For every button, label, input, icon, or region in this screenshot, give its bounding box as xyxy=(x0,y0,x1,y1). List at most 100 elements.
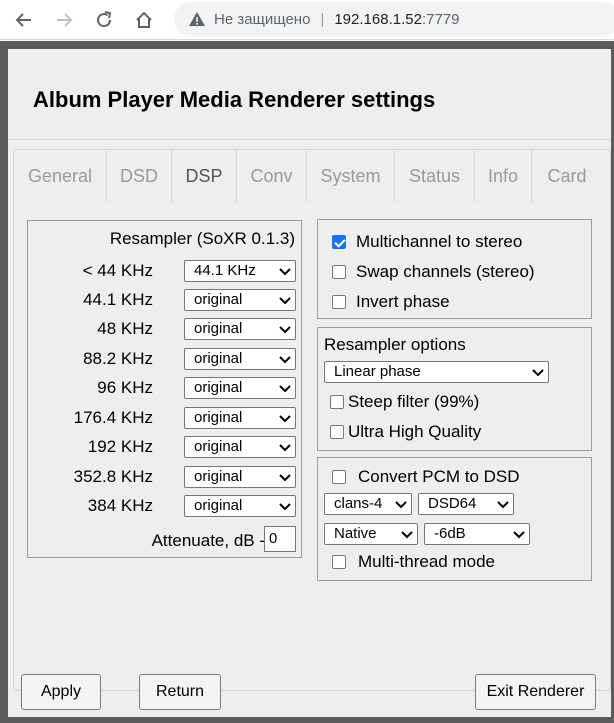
chevron-down-icon xyxy=(497,501,509,509)
warning-icon xyxy=(189,12,205,26)
ultra-high-quality-checkbox[interactable] xyxy=(330,425,344,439)
multichannel-to-stereo-checkbox[interactable] xyxy=(332,235,346,249)
rate-row: 384 KHz original xyxy=(28,494,301,518)
chevron-down-icon xyxy=(279,503,291,511)
resampler-title: Resampler (SoXR 0.1.3) xyxy=(109,229,295,248)
rate-select[interactable]: 44.1 KHz xyxy=(184,260,296,282)
rate-select-value: 44.1 KHz xyxy=(194,262,256,279)
rate-select[interactable]: original xyxy=(184,495,296,517)
tab-info[interactable]: Info xyxy=(475,150,532,202)
settings-panel: Album Player Media Renderer settings Gen… xyxy=(8,49,611,717)
address-bar[interactable]: Не защищено | 192.168.1.52:7779 xyxy=(174,2,614,36)
rate-row: 352.8 KHz original xyxy=(28,465,301,489)
tab-dsp[interactable]: DSP xyxy=(172,150,237,202)
rate-row: 48 KHz original xyxy=(28,317,301,341)
rate-select[interactable]: original xyxy=(184,318,296,340)
rate-select-value: original xyxy=(194,379,243,396)
back-button[interactable] xyxy=(10,6,38,34)
chevron-down-icon xyxy=(279,356,291,364)
convert-pcm-to-dsd-option[interactable]: Convert PCM to DSD xyxy=(332,465,520,489)
rate-select[interactable]: original xyxy=(184,377,296,399)
resampler-options-group: Resampler options Linear phase Steep fil… xyxy=(317,327,592,451)
tab-status[interactable]: Status xyxy=(395,150,475,202)
rate-select[interactable]: original xyxy=(184,466,296,488)
ultra-high-quality-option[interactable]: Ultra High Quality xyxy=(330,420,481,444)
rate-row: < 44 KHz 44.1 KHz xyxy=(28,259,301,283)
rate-select-value: original xyxy=(194,350,243,367)
multithread-option[interactable]: Multi-thread mode xyxy=(332,550,495,574)
return-button[interactable]: Return xyxy=(139,674,221,710)
swap-channels-label: Swap channels (stereo) xyxy=(356,262,535,281)
rate-label: 352.8 KHz xyxy=(73,467,153,486)
rate-select[interactable]: original xyxy=(184,289,296,311)
attenuate-input[interactable]: 0 xyxy=(264,526,296,552)
page-frame: Album Player Media Renderer settings Gen… xyxy=(0,41,614,723)
rate-select[interactable]: original xyxy=(184,436,296,458)
phase-select[interactable]: Linear phase xyxy=(324,361,549,383)
rate-select[interactable]: original xyxy=(184,348,296,370)
multithread-checkbox[interactable] xyxy=(332,555,346,569)
tab-card[interactable]: Card xyxy=(532,150,602,202)
convert-pcm-to-dsd-checkbox[interactable] xyxy=(332,470,346,484)
rate-select-value: original xyxy=(194,320,243,337)
rate-row: 44.1 KHz original xyxy=(28,288,301,312)
rate-label: < 44 KHz xyxy=(82,261,153,280)
modulator-select-value: clans-4 xyxy=(334,495,383,512)
invert-phase-option[interactable]: Invert phase xyxy=(332,290,450,314)
multichannel-to-stereo-label: Multichannel to stereo xyxy=(356,232,523,251)
rate-row: 176.4 KHz original xyxy=(28,406,301,430)
page-title: Album Player Media Renderer settings xyxy=(33,87,436,112)
dsd-rate-select[interactable]: DSD64 xyxy=(418,493,514,515)
rate-select[interactable]: original xyxy=(184,407,296,429)
url-text: 192.168.1.52:7779 xyxy=(334,11,459,28)
rate-row: 192 KHz original xyxy=(28,435,301,459)
chevron-down-icon xyxy=(279,474,291,482)
chevron-down-icon xyxy=(279,444,291,452)
attenuate-label: Attenuate, dB - xyxy=(151,531,265,550)
channel-options-group: Multichannel to stereo Swap channels (st… xyxy=(317,219,592,319)
dsd-rate-select-value: DSD64 xyxy=(428,495,477,512)
rate-label: 88.2 KHz xyxy=(83,349,153,368)
rate-label: 192 KHz xyxy=(87,437,153,456)
tab-dsd[interactable]: DSD xyxy=(107,150,172,202)
steep-filter-label: Steep filter (99%) xyxy=(348,392,480,411)
home-button[interactable] xyxy=(130,6,158,34)
apply-button[interactable]: Apply xyxy=(21,674,101,710)
rate-select-value: original xyxy=(194,468,243,485)
dsd-gain-select[interactable]: -6dB xyxy=(424,523,530,545)
rate-label: 96 KHz xyxy=(97,378,153,397)
exit-renderer-button[interactable]: Exit Renderer xyxy=(475,674,596,710)
multichannel-to-stereo-option[interactable]: Multichannel to stereo xyxy=(332,230,522,254)
insecure-label: Не защищено xyxy=(214,10,311,28)
steep-filter-checkbox[interactable] xyxy=(330,395,344,409)
multithread-label: Multi-thread mode xyxy=(358,552,496,571)
steep-filter-option[interactable]: Steep filter (99%) xyxy=(330,390,479,414)
home-icon xyxy=(136,11,152,28)
header-divider xyxy=(8,139,611,140)
chevron-down-icon xyxy=(513,531,525,539)
modulator-select[interactable]: clans-4 xyxy=(324,493,412,515)
tab-conv[interactable]: Conv xyxy=(237,150,307,202)
rate-label: 48 KHz xyxy=(97,319,153,338)
chevron-down-icon xyxy=(401,531,413,539)
invert-phase-checkbox[interactable] xyxy=(332,295,346,309)
tab-system[interactable]: System xyxy=(307,150,395,202)
rate-row: 96 KHz original xyxy=(28,376,301,400)
rate-select-value: original xyxy=(194,409,243,426)
rate-row: 88.2 KHz original xyxy=(28,347,301,371)
pcm-to-dsd-group: Convert PCM to DSD clans-4 DSD64 Native … xyxy=(317,457,592,581)
swap-channels-option[interactable]: Swap channels (stereo) xyxy=(332,260,535,284)
invert-phase-label: Invert phase xyxy=(356,292,450,311)
url-port: :7779 xyxy=(421,10,460,28)
chevron-down-icon xyxy=(279,268,291,276)
reload-button[interactable] xyxy=(90,6,118,34)
dsd-mode-select-value: Native xyxy=(334,525,377,542)
rate-label: 176.4 KHz xyxy=(73,408,153,427)
tab-general[interactable]: General xyxy=(14,150,107,202)
rate-label: 44.1 KHz xyxy=(83,290,153,309)
convert-pcm-to-dsd-label: Convert PCM to DSD xyxy=(358,467,520,486)
dsd-mode-select[interactable]: Native xyxy=(324,523,418,545)
browser-toolbar: Не защищено | 192.168.1.52:7779 xyxy=(0,0,614,40)
forward-button[interactable] xyxy=(50,6,78,34)
swap-channels-checkbox[interactable] xyxy=(332,265,346,279)
